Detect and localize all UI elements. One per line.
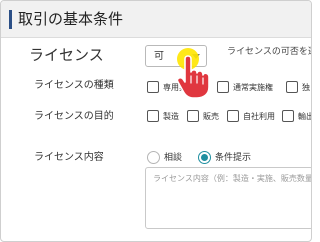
checkbox-sales-label: 販売 <box>203 112 219 121</box>
radio-consultation[interactable] <box>147 151 160 164</box>
checkbox-sole-license-label: 独占 <box>302 83 311 92</box>
checkbox-exclusive-license[interactable] <box>147 81 159 93</box>
checkbox-sales[interactable] <box>187 110 199 122</box>
checkbox-sole-license[interactable] <box>286 81 298 93</box>
radio-present-terms-label: 条件提示 <box>215 153 252 163</box>
checkbox-manufacture-label: 製造 <box>163 112 179 121</box>
license-type-label: ライセンスの種類 <box>34 80 114 91</box>
checkbox-in-house-use[interactable] <box>227 110 239 122</box>
radio-consultation-label: 相談 <box>164 153 183 163</box>
license-label: ライセンス <box>29 46 104 64</box>
license-hint: ライセンスの可否を選択 <box>227 47 311 57</box>
license-content-textarea[interactable]: ライセンス内容（例：製造・実施、販売数量 <box>145 167 312 229</box>
pointing-hand-cursor-icon <box>176 48 210 99</box>
license-select-value: 可 <box>154 51 164 62</box>
license-purpose-label: ライセンスの目的 <box>34 111 114 122</box>
app-window: 取引の基本条件 ライセンス 可 ライセンスの可否を選択 ライセンスの種類 専用実… <box>0 0 312 242</box>
checkbox-export-label: 輸出 <box>298 112 311 121</box>
radio-present-terms[interactable] <box>198 151 211 164</box>
section-title: 取引の基本条件 <box>18 10 124 28</box>
license-content-placeholder: ライセンス内容（例：製造・実施、販売数量 <box>153 174 312 183</box>
license-content-label: ライセンス内容 <box>34 152 104 163</box>
checkbox-ordinary-license-label: 通常実施権 <box>233 83 273 92</box>
checkbox-manufacture[interactable] <box>147 110 159 122</box>
header-accent-bar <box>9 10 12 29</box>
section-header: 取引の基本条件 <box>1 1 311 38</box>
checkbox-in-house-use-label: 自社利用 <box>243 112 275 121</box>
checkbox-export[interactable] <box>282 110 294 122</box>
